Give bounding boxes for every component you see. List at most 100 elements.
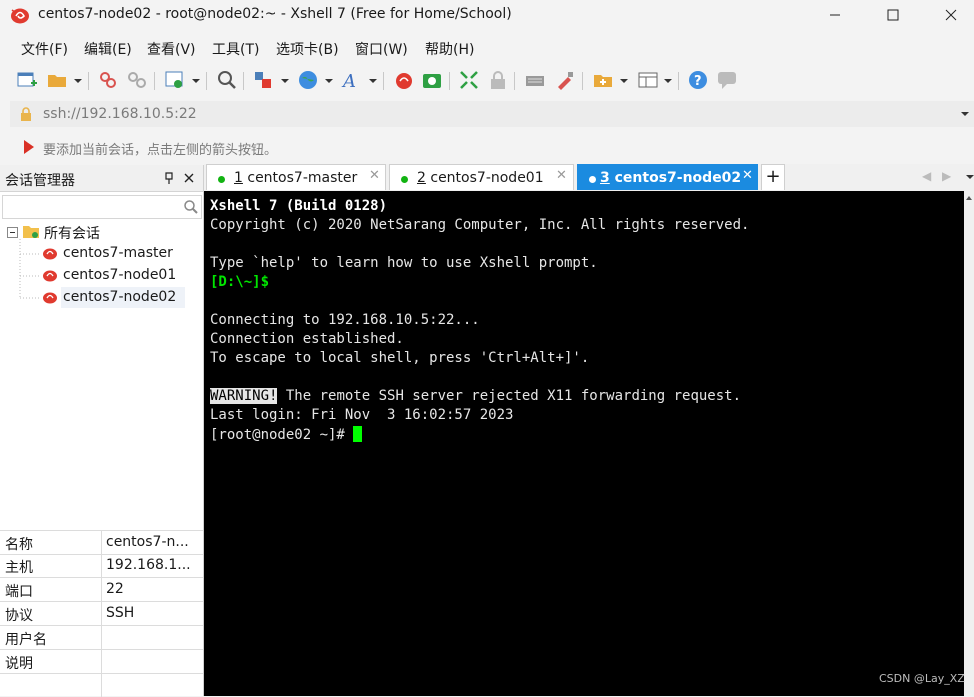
search-icon[interactable] [183,199,199,215]
table-row: 名称 centos7-n... [0,530,203,555]
terminal-output[interactable]: Xshell 7 (Build 0128) Copyright (c) 2020… [204,191,964,696]
minimize-button[interactable] [812,0,858,30]
menu-file[interactable]: 文件(F) [21,39,68,59]
terminal-scrollbar[interactable] [964,191,974,696]
session-icon [43,270,57,282]
address-bar[interactable]: ssh://192.168.10.5:22 [10,101,974,127]
hint-bar: 要添加当前会话，点击左侧的箭头按钮。 [10,134,974,160]
column-divider [101,554,102,577]
tree-lines [19,239,40,299]
title-bar: centos7-node02 - root@node02:~ - Xshell … [0,0,974,30]
chevron-down-icon[interactable] [192,79,200,83]
chat-icon[interactable] [716,69,738,91]
layout-icon[interactable] [637,69,659,91]
terminal-line: [root@node02 ~]# [210,426,363,443]
globe-icon[interactable] [297,69,319,91]
session-search-input[interactable] [2,195,202,219]
tab-name: centos7-node01 [430,170,544,186]
session-item[interactable]: centos7-master [63,245,173,261]
table-row: 用户名 [0,626,203,650]
toolbar-divider [243,72,244,90]
properties-icon[interactable] [164,69,186,91]
column-divider [101,626,102,649]
tab-centos7-node02[interactable]: 3 centos7-node02 ✕ [577,164,758,190]
xftp-icon[interactable] [421,69,443,91]
close-icon[interactable] [184,173,194,183]
bookmark-arrow-icon[interactable] [22,139,36,155]
property-key: 协议 [5,608,33,624]
search-icon[interactable] [216,69,238,91]
new-window-icon[interactable] [592,69,614,91]
transfer-icon[interactable] [252,69,274,91]
chevron-down-icon[interactable] [369,79,377,83]
address-input[interactable]: ssh://192.168.10.5:22 [43,106,197,122]
chevron-down-icon[interactable] [325,79,333,83]
new-session-icon[interactable] [16,69,38,91]
menu-help[interactable]: 帮助(H) [425,39,474,59]
menu-tabs[interactable]: 选项卡(B) [276,39,339,59]
tab-number: 1 [234,170,243,186]
xshell-icon[interactable] [393,69,415,91]
new-tab-button[interactable]: + [761,164,785,190]
connected-status-dot [218,176,225,183]
highlight-icon[interactable] [554,69,576,91]
scroll-up-icon[interactable] [966,196,972,200]
help-icon[interactable]: ? [687,69,709,91]
reconnect-icon[interactable] [97,69,119,91]
lock-icon [21,107,31,121]
menu-tools[interactable]: 工具(T) [212,39,259,59]
terminal-line: Xshell 7 (Build 0128) [210,198,388,214]
warning-message: The remote SSH server rejected X11 forwa… [277,388,742,404]
pin-icon[interactable] [164,172,174,184]
menu-view[interactable]: 查看(V) [147,39,196,59]
tab-close-icon[interactable]: ✕ [742,168,753,183]
toolbar-divider [154,72,155,90]
terminal-line: Copyright (c) 2020 NetSarang Computer, I… [210,217,750,233]
property-key: 用户名 [5,632,47,648]
menu-window[interactable]: 窗口(W) [355,39,408,59]
session-manager-title: 会话管理器 [5,173,75,189]
fullscreen-icon[interactable] [458,69,480,91]
tab-name: centos7-node02 [614,170,742,186]
session-manager-header: 会话管理器 [0,165,203,192]
xshell-app-icon [11,8,29,24]
chevron-down-icon[interactable] [620,79,628,83]
property-key: 名称 [5,537,33,553]
chevron-down-icon[interactable] [74,79,82,83]
scroll-tabs-right-icon[interactable]: ▶ [942,169,951,183]
tab-name: centos7-master [247,170,358,186]
menu-edit[interactable]: 编辑(E) [84,39,132,59]
tree-root-all-sessions[interactable]: 所有会话 [44,223,100,243]
disconnect-icon[interactable] [126,69,148,91]
minimize-icon [830,14,840,16]
session-item-selected[interactable]: centos7-node02 [63,289,176,305]
session-item[interactable]: centos7-node01 [63,267,176,283]
tab-centos7-master[interactable]: 1 centos7-master ✕ [206,164,386,190]
keyboard-icon[interactable] [524,69,546,91]
table-row: 主机 192.168.1... [0,554,203,578]
tab-number: 2 [417,170,426,186]
lock-icon[interactable] [487,69,509,91]
toolbar-divider [88,72,89,90]
connected-status-dot [401,176,408,183]
terminal-line: Last login: Fri Nov 3 16:02:57 2023 [210,407,514,423]
tab-centos7-node01[interactable]: 2 centos7-node01 ✕ [389,164,574,190]
property-key: 端口 [5,584,33,600]
font-icon[interactable]: A [341,69,363,91]
tab-close-icon[interactable]: ✕ [556,168,567,183]
tab-label: 1 centos7-master [234,170,357,186]
toolbar-divider [678,72,679,90]
column-divider [101,602,102,625]
toolbar-divider [383,72,384,90]
window-title: centos7-node02 - root@node02:~ - Xshell … [38,6,512,22]
open-folder-icon[interactable] [46,69,68,91]
chevron-down-icon[interactable] [960,111,970,117]
maximize-button[interactable] [870,0,916,30]
chevron-down-icon[interactable] [281,79,289,83]
chevron-down-icon[interactable] [966,175,974,180]
tab-close-icon[interactable]: ✕ [369,168,380,183]
collapse-toggle-icon[interactable] [7,227,18,238]
scroll-tabs-left-icon[interactable]: ◀ [922,169,931,183]
close-button[interactable] [928,0,974,30]
chevron-down-icon[interactable] [664,79,672,83]
